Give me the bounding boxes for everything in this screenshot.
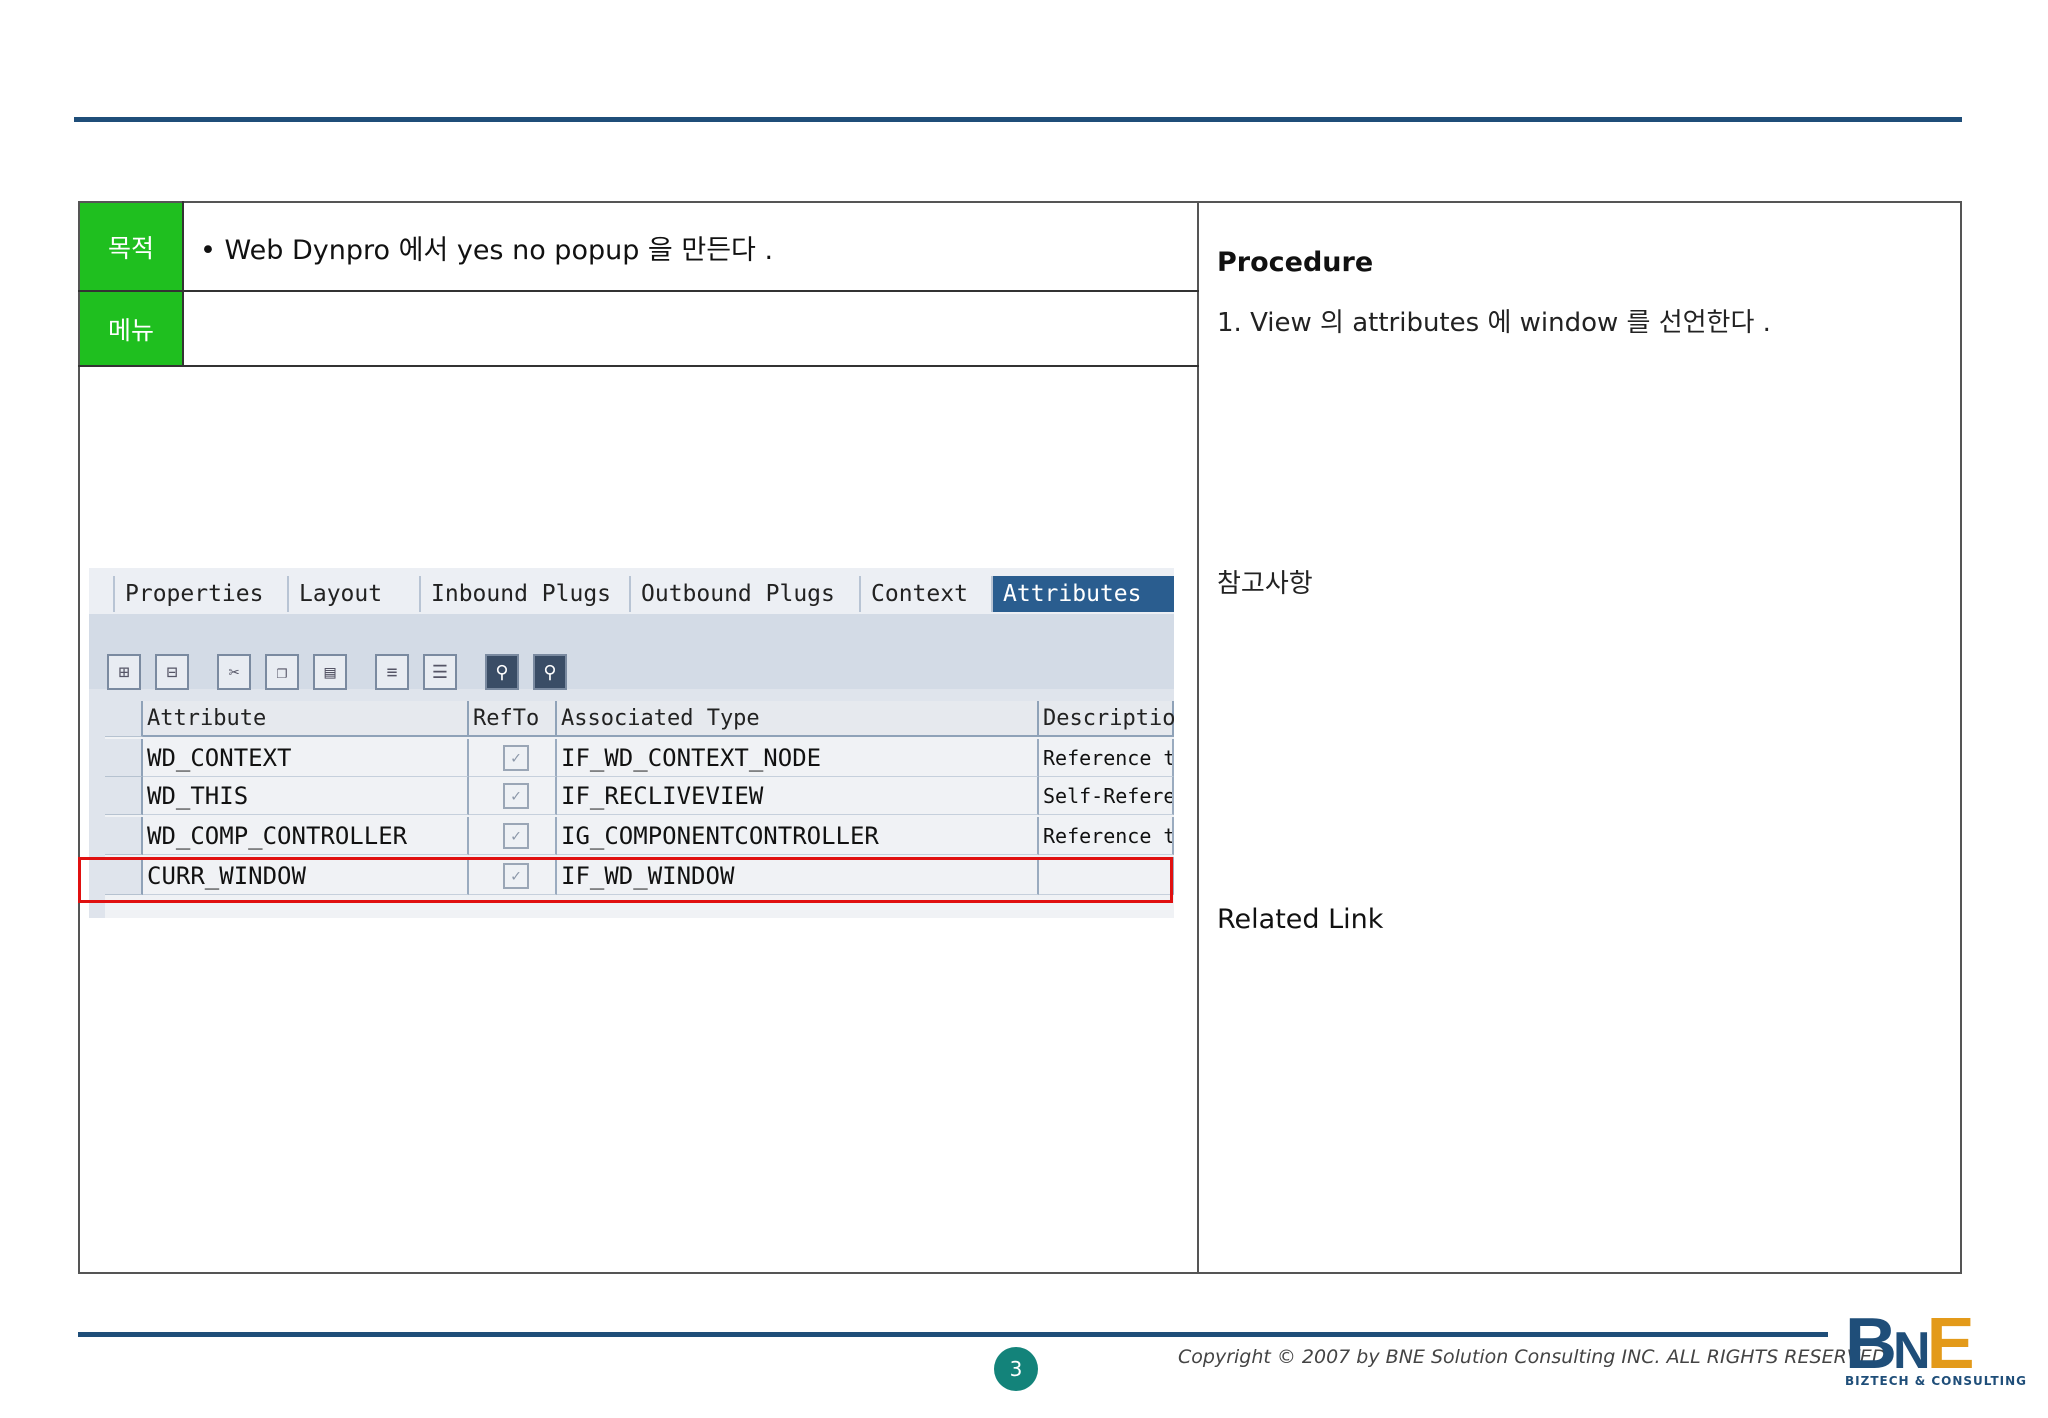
attribute-cell[interactable]: WD_COMP_CONTROLLER xyxy=(143,817,469,855)
col-header-description[interactable]: Description xyxy=(1039,701,1174,737)
tab-strip: Properties Layout Inbound Plugs Outbound… xyxy=(89,568,1174,616)
footer-rule xyxy=(78,1332,1828,1337)
insert-row-icon[interactable]: ⊞ xyxy=(107,654,141,690)
find-next-icon[interactable]: ⚲ xyxy=(533,654,567,690)
procedure-title: Procedure xyxy=(1217,247,1374,278)
description-cell[interactable]: Self-Reference xyxy=(1039,777,1174,815)
related-link-label: Related Link xyxy=(1217,904,1384,935)
attribute-cell[interactable]: WD_CONTEXT xyxy=(143,739,469,777)
header-rule xyxy=(74,117,1962,122)
purpose-text: • Web Dynpro 에서 yes no popup 을 만든다 . xyxy=(200,235,774,266)
copy-icon[interactable]: ❐ xyxy=(265,654,299,690)
attribute-cell[interactable]: WD_THIS xyxy=(143,777,469,815)
toolbar xyxy=(89,614,1174,689)
tab-context[interactable]: Context xyxy=(859,576,991,612)
col-header-attribute[interactable]: Attribute xyxy=(143,701,469,737)
checkbox-icon[interactable]: ✓ xyxy=(503,744,529,771)
cut-icon[interactable]: ✂ xyxy=(217,654,251,690)
row-divider-1 xyxy=(78,290,1199,292)
logo-b: B xyxy=(1845,1304,1897,1384)
procedure-step: 1. View 의 attributes 에 window 를 선언한다 . xyxy=(1217,308,1771,338)
description-cell[interactable]: Reference to xyxy=(1039,817,1174,855)
col-header-associated-type[interactable]: Associated Type xyxy=(557,701,1039,737)
find-icon[interactable]: ⚲ xyxy=(485,654,519,690)
type-cell[interactable]: IG_COMPONENTCONTROLLER xyxy=(557,817,1039,855)
tab-outbound-plugs[interactable]: Outbound Plugs xyxy=(629,576,861,612)
row-selector[interactable] xyxy=(105,777,143,815)
menu-label: 메뉴 xyxy=(80,292,182,365)
type-cell[interactable]: IF_WD_CONTEXT_NODE xyxy=(557,739,1039,777)
purpose-label: 목적 xyxy=(80,203,182,290)
refto-cell[interactable]: ✓ xyxy=(469,739,557,777)
reference-label: 참고사항 xyxy=(1217,569,1313,599)
checkbox-icon[interactable]: ✓ xyxy=(503,782,529,809)
bne-logo: BNE BIZTECH & CONSULTING xyxy=(1845,1308,2026,1388)
logo-subtitle: BIZTECH & CONSULTING xyxy=(1845,1374,2028,1388)
tab-inbound-plugs[interactable]: Inbound Plugs xyxy=(419,576,631,612)
page-number: 3 xyxy=(994,1347,1038,1391)
delete-row-icon[interactable]: ⊟ xyxy=(155,654,189,690)
row-selector[interactable] xyxy=(105,739,143,777)
row-selector[interactable] xyxy=(105,817,143,855)
copyright-text: Copyright © 2007 by BNE Solution Consult… xyxy=(1178,1346,1893,1368)
list-icon[interactable]: ☰ xyxy=(423,654,457,690)
row-divider-2 xyxy=(78,365,1199,367)
refto-cell[interactable]: ✓ xyxy=(469,817,557,855)
tab-layout[interactable]: Layout xyxy=(287,576,419,612)
logo-e: E xyxy=(1926,1304,1975,1384)
highlight-box xyxy=(78,857,1173,903)
tab-attributes[interactable]: Attributes xyxy=(991,576,1174,612)
details-icon[interactable]: ≡ xyxy=(375,654,409,690)
column-divider xyxy=(1197,201,1199,1274)
logo-n: N xyxy=(1893,1322,1931,1380)
col-header-refto[interactable]: RefTo xyxy=(469,701,557,737)
checkbox-icon[interactable]: ✓ xyxy=(503,822,529,849)
refto-cell[interactable]: ✓ xyxy=(469,777,557,815)
description-cell[interactable]: Reference to xyxy=(1039,739,1174,777)
select-all-cell[interactable] xyxy=(105,701,143,737)
paste-icon[interactable]: ▤ xyxy=(313,654,347,690)
type-cell[interactable]: IF_RECLIVEVIEW xyxy=(557,777,1039,815)
label-separator xyxy=(182,201,184,366)
